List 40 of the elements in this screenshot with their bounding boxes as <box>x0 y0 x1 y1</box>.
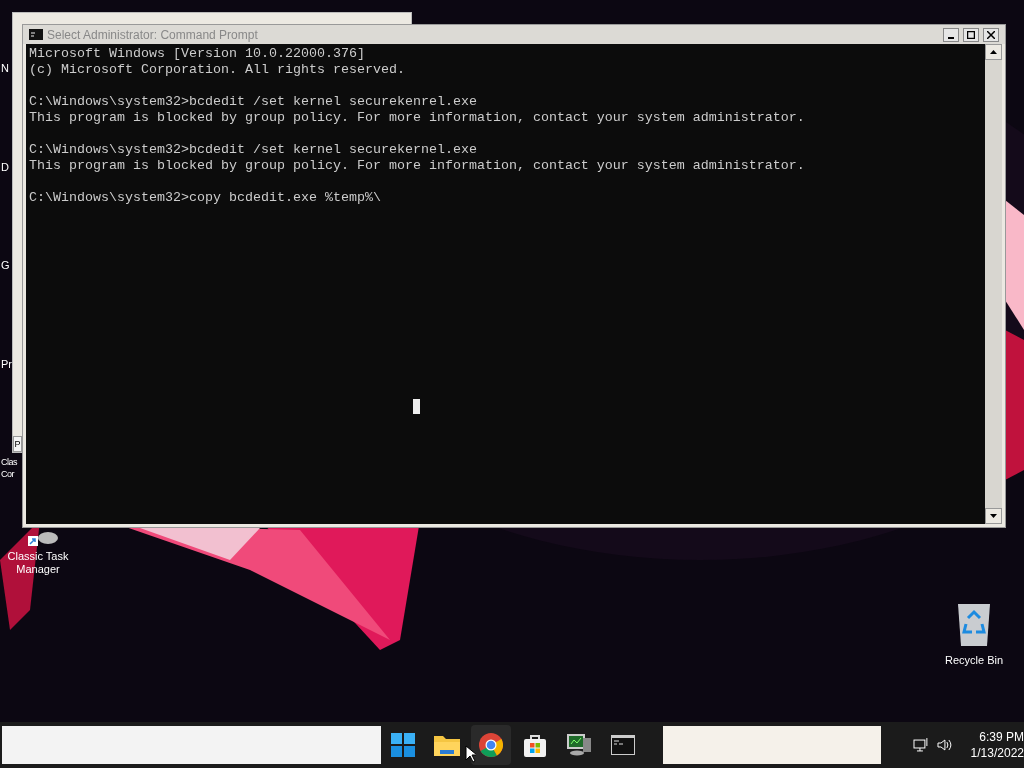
desktop-icon-label: Pr <box>1 356 12 372</box>
scrollbar[interactable] <box>985 44 1002 524</box>
minimize-button[interactable] <box>943 27 959 42</box>
browser-icon <box>478 733 503 757</box>
scroll-down-button[interactable] <box>985 508 1002 524</box>
terminal-icon <box>29 29 43 40</box>
up-arrow-icon <box>990 50 997 54</box>
down-arrow-icon <box>990 514 997 518</box>
desktop-icon-label: N <box>1 61 9 76</box>
close-button[interactable] <box>983 27 999 42</box>
console-line: C:\Windows\system32>bcdedit /set kernel securekenrel.exe <box>29 94 478 110</box>
maximize-button[interactable] <box>963 27 979 42</box>
console-line: (c) Microsoft Corporation. All rights reserved. <box>29 62 406 78</box>
clock-time[interactable]: 6:39 PM <box>979 729 1024 745</box>
clock-date[interactable]: 1/13/2022 <box>970 745 1024 761</box>
console-line: Microsoft Windows [Version 10.0.22000.376] <box>29 46 366 62</box>
desktop-icon-label: G <box>1 258 10 273</box>
recycle-bin-icon[interactable] <box>956 602 992 646</box>
text-cursor <box>413 399 420 414</box>
monitor-icon <box>566 734 591 756</box>
terminal-icon <box>610 735 635 755</box>
window-title: Select Administrator: Command Prompt <box>47 26 259 44</box>
scroll-up-button[interactable] <box>985 44 1002 60</box>
windows-logo-icon <box>390 733 415 757</box>
desktop-icon-label: D <box>1 159 9 175</box>
shopping-bag-icon <box>523 733 546 757</box>
taskbar-app-button[interactable] <box>470 725 511 765</box>
folder-icon <box>433 734 460 756</box>
speaker-icon[interactable] <box>936 738 953 752</box>
mouse-pointer-icon <box>465 745 476 763</box>
desktop-icon-label: Recycle Bin <box>944 653 1004 668</box>
console-line: This program is blocked by group policy. For more information, contact your system administrator. <box>29 158 806 174</box>
close-icon <box>987 30 995 39</box>
maximize-icon <box>967 30 975 39</box>
console-line: This program is blocked by group policy. For more information, contact your system administrator. <box>29 110 806 126</box>
console-line: C:\Windows\system32>copy bcdedit.exe %temp%\ <box>29 190 382 206</box>
desktop-icon-label: Clas <box>1 456 17 468</box>
console-line: C:\Windows\system32>bcdedit /set kernel securekernel.exe <box>29 142 478 158</box>
desktop-icon-label: Cor <box>1 468 14 480</box>
network-icon[interactable] <box>912 737 931 753</box>
